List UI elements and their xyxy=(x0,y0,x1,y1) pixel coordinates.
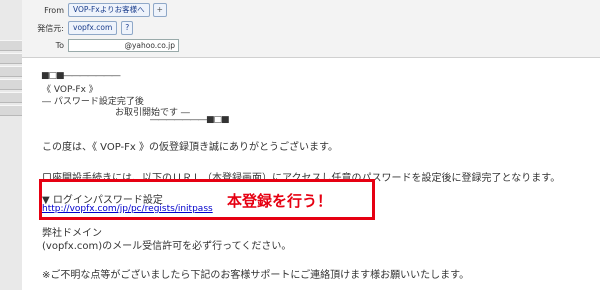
to-address-field[interactable]: @yahoo.co.jp xyxy=(68,38,179,52)
annotation-callout: 本登録を行う！ xyxy=(227,192,333,210)
add-contact-button[interactable]: + xyxy=(152,3,167,17)
rail-tab[interactable] xyxy=(0,40,22,51)
sender-label: 発信元: xyxy=(37,23,64,33)
to-label: To xyxy=(55,40,64,50)
from-label: From xyxy=(44,5,64,15)
rail-tab[interactable] xyxy=(0,79,22,90)
rail-tab[interactable] xyxy=(0,105,22,116)
greeting-paragraph: この度は、《 VOP-Fx 》の仮登録頂き誠にありがとうございます。 xyxy=(42,142,338,153)
email-body: ■□■――――――― 《 VOP-Fx 》 ― パスワード設定完了後 お取引開始… xyxy=(22,58,600,290)
domain-note: (vopfx.com)のメール受信許可を必ず行ってください。 xyxy=(42,241,292,252)
banner-top-line: ■□■――――――― xyxy=(41,71,121,81)
from-row: From VOP-Fxよりお客様へ + xyxy=(22,2,167,18)
support-note: ※ご不明な点等がございましたら下記のお客様サポートにご連絡頂けます様お願いいたし… xyxy=(42,270,470,281)
sender-domain-chip[interactable]: vopfx.com xyxy=(68,21,118,35)
message-header: From VOP-Fxよりお客様へ + 発信元: vopfx.com ? To … xyxy=(22,0,600,58)
help-icon[interactable]: ? xyxy=(121,21,134,35)
sender-row: 発信元: vopfx.com ? xyxy=(22,20,134,36)
banner-bottom-line: ―――――――■□■ xyxy=(150,115,230,125)
from-sender-chip[interactable]: VOP-Fxよりお客様へ xyxy=(68,3,150,17)
left-rail xyxy=(0,0,23,290)
rail-tab[interactable] xyxy=(0,53,22,64)
to-row: To @yahoo.co.jp xyxy=(22,37,179,53)
rail-tab[interactable] xyxy=(0,66,22,77)
rail-tab[interactable] xyxy=(0,92,22,103)
